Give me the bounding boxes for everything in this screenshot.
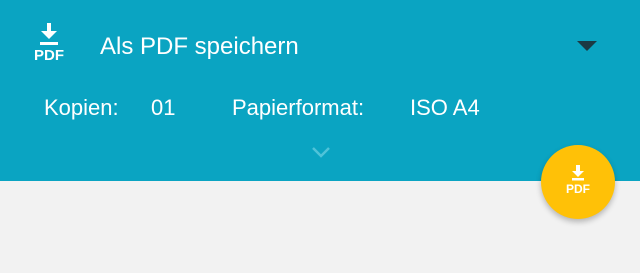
copies-value[interactable]: 01 [151, 92, 175, 124]
dropdown-arrow-icon[interactable] [577, 41, 597, 51]
save-pdf-button[interactable]: PDF [541, 145, 615, 219]
printer-select[interactable]: Als PDF speichern [100, 31, 299, 63]
pdf-icon-label: PDF [34, 47, 64, 64]
copies-label: Kopien: [44, 95, 119, 120]
fab-label: PDF [566, 182, 590, 196]
paper-size-label: Papierformat: [232, 95, 365, 120]
print-settings-header: PDF Als PDF speichern Kopien: 01 Papierf… [0, 0, 640, 181]
paper-size-value[interactable]: ISO A4 [410, 92, 480, 124]
pdf-download-icon: PDF [29, 22, 69, 68]
download-arrow-icon [572, 165, 584, 181]
expand-chevron-icon[interactable] [311, 146, 331, 158]
download-arrow-icon [40, 23, 58, 45]
